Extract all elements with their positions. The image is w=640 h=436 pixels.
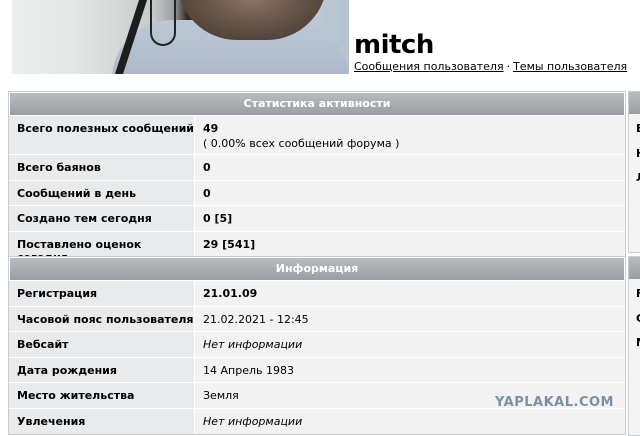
stat-label: Поставлено оценок сегодня: [9, 231, 195, 264]
right-panel-top: E H Л: [628, 91, 640, 253]
info-label: Дата рождения: [9, 357, 195, 383]
right-panel-label: Л: [636, 171, 640, 184]
user-links: Сообщения пользователя · Темы пользователя: [354, 60, 627, 73]
info-label: Место жительства: [9, 383, 195, 408]
right-panel-label: F: [636, 287, 640, 300]
info-value: 14 Апрель 1983: [195, 357, 625, 383]
info-label: Увлечения: [9, 408, 195, 434]
stat-row: Поставлено оценок сегодня 29 [541]: [9, 230, 625, 264]
user-topics-link[interactable]: Темы пользователя: [513, 60, 627, 73]
stat-label: Сообщений в день: [9, 180, 195, 206]
info-panel-title: Информация: [9, 257, 625, 280]
stat-value: 49 ( 0.00% всех сообщений форума ): [195, 116, 625, 154]
stat-value: 0 [5]: [195, 206, 625, 231]
stat-value-sub: ( 0.00% всех сообщений форума ): [203, 137, 400, 150]
right-panel-bottom-header: [629, 257, 640, 279]
info-value: Нет информации: [195, 332, 625, 357]
right-panel-label: H: [636, 147, 640, 160]
right-panel-bottom: F C M: [628, 256, 640, 436]
stat-value: 0: [195, 180, 625, 206]
link-separator: ·: [506, 60, 511, 73]
stat-value: 29 [541]: [195, 231, 625, 257]
user-posts-link[interactable]: Сообщения пользователя: [354, 60, 504, 73]
stat-row: Сообщений в день 0: [9, 179, 625, 206]
info-row: Дата рождения 14 Апрель 1983: [9, 356, 625, 383]
info-value: Нет информации: [195, 408, 625, 434]
right-panel-label: M: [636, 336, 640, 349]
activity-panel-title: Статистика активности: [9, 92, 625, 115]
stat-label: Всего баянов: [9, 155, 195, 180]
info-value: 21.01.09: [195, 281, 625, 306]
stat-label: Всего полезных сообщений: [9, 116, 195, 154]
info-label: Вебсайт: [9, 332, 195, 357]
user-avatar: [12, 0, 349, 74]
info-value: 21.02.2021 - 12:45: [195, 306, 625, 332]
avatar-earphone-cable: [150, 0, 176, 46]
stat-row: Всего баянов 0: [9, 154, 625, 180]
right-panel-label: C: [636, 312, 640, 325]
info-label: Регистрация: [9, 281, 195, 306]
stat-row: Всего полезных сообщений 49 ( 0.00% всех…: [9, 115, 625, 154]
right-panel-top-header: [629, 92, 640, 114]
info-row: Часовой пояс пользователя 21.02.2021 - 1…: [9, 305, 625, 332]
info-label: Часовой пояс пользователя: [9, 306, 195, 332]
stat-label: Создано тем сегодня: [9, 206, 195, 231]
right-panel-label: E: [636, 122, 640, 135]
activity-panel: Статистика активности Всего полезных соо…: [8, 91, 626, 264]
info-row: Увлечения Нет информации: [9, 407, 625, 434]
stat-value: 0: [195, 155, 625, 180]
stat-value-main: 49: [203, 122, 219, 135]
info-row: Вебсайт Нет информации: [9, 331, 625, 357]
info-row: Регистрация 21.01.09: [9, 280, 625, 306]
site-watermark: YAPLAKAL.COM: [495, 395, 614, 410]
username: mitch: [354, 30, 434, 60]
stat-row: Создано тем сегодня 0 [5]: [9, 205, 625, 231]
